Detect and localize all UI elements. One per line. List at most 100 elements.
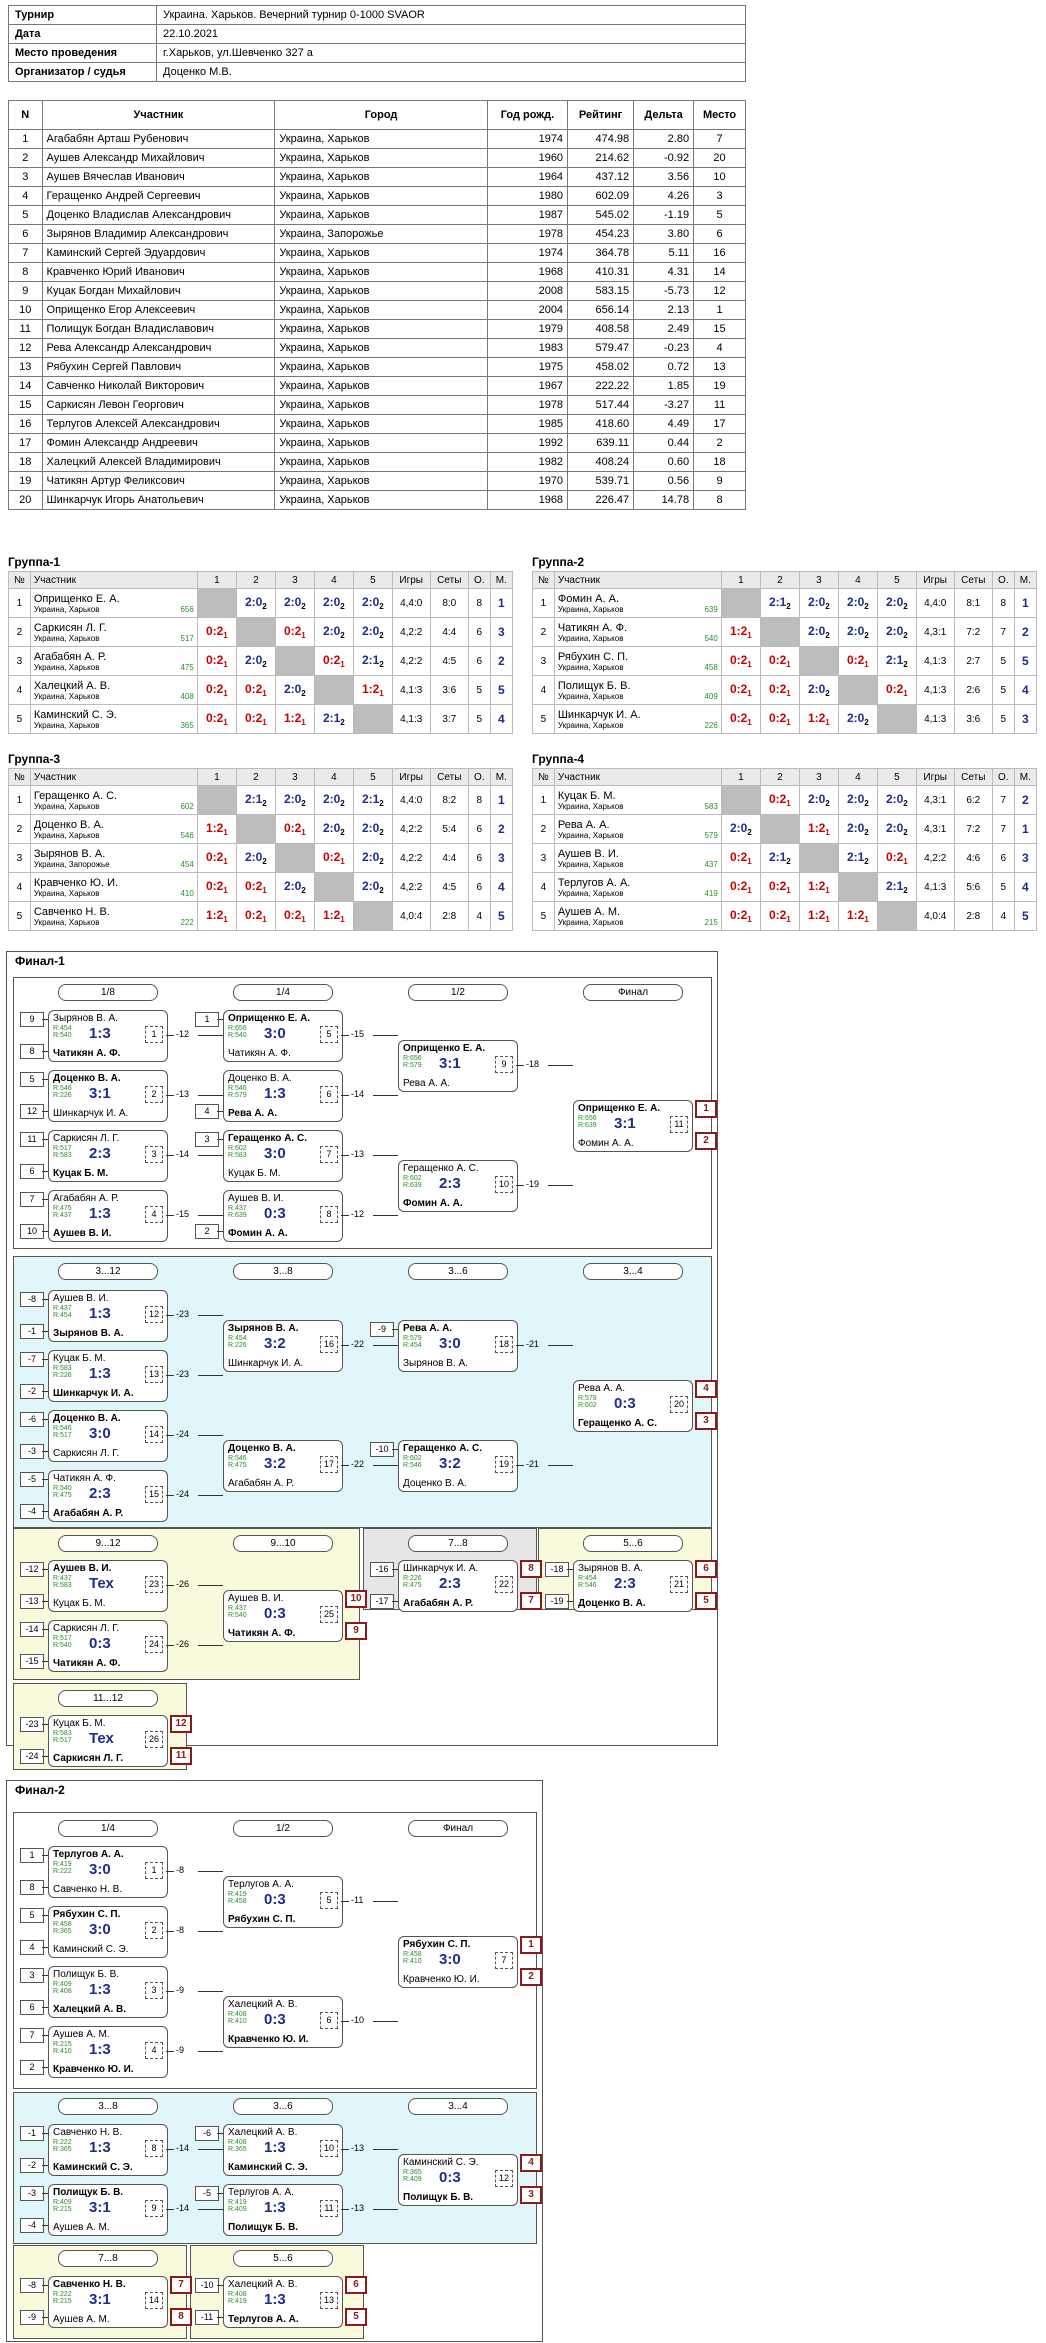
table-cell: 2008 — [486, 281, 569, 301]
score-value: 2:1 — [768, 850, 787, 864]
connector-line — [516, 1465, 524, 1466]
score-value: 0:2 — [244, 711, 263, 725]
score-points: 2 — [864, 828, 869, 837]
table-cell: 437.12 — [567, 167, 635, 187]
player-b-name: Саркисян Л. Г. — [53, 1753, 124, 1764]
group-1-title: Группа-1 — [8, 555, 61, 569]
points-cell: 7 — [992, 785, 1015, 815]
loser-destination: -21 — [526, 1339, 540, 1349]
table-cell: 7 — [693, 129, 746, 149]
connector-line — [42, 1419, 48, 1420]
seed-box: -19 — [545, 1594, 569, 1609]
player-b-name: Агабабян А. Р. — [228, 1478, 294, 1489]
score-points: 2 — [301, 799, 306, 808]
player-b-rating: R:222 — [53, 1868, 72, 1875]
table-cell: 226.47 — [567, 490, 635, 510]
player-a-rating: R:546 — [228, 1455, 247, 1462]
points-cell: 6 — [468, 646, 491, 676]
seed-box: -4 — [20, 2218, 44, 2233]
score-points: 1 — [262, 886, 267, 895]
sets-cell: 8:0 — [429, 588, 470, 618]
column-header: 3 — [274, 768, 315, 786]
match-score: 3:2 — [439, 1455, 461, 1472]
place-badge: 8 — [520, 1560, 542, 1578]
score-cell: 2:02 — [274, 675, 315, 705]
match-box: Чатикян А. Ф. R:540 R:475 2:3 15 Агабабян А. … — [48, 1470, 168, 1522]
score-points: 2 — [379, 799, 384, 808]
player-b-name: Чатикян А. Ф. — [53, 1048, 121, 1059]
participant-name: Шинкарчук И. А. — [557, 708, 641, 721]
connector-line — [198, 1871, 223, 1872]
table-cell: 418.60 — [567, 414, 635, 434]
connector-line — [516, 1185, 524, 1186]
points-cell: 5 — [468, 704, 491, 734]
group-row: 3 Рябухин С. П. Украина, Харьков 458 0:21 0:2… — [532, 646, 1038, 676]
participant-city: Украина, Харьков — [557, 888, 624, 898]
score-points: 2 — [340, 718, 345, 727]
table-cell: Саркисян Левон Георгович — [41, 395, 276, 415]
player-b-name: Рева А. А. — [228, 1108, 278, 1119]
games-cell: 4,0:4 — [391, 901, 431, 931]
group-row: 2 Саркисян Л. Г. Украина, Харьков 517 0:21 0:… — [8, 617, 514, 647]
connector-line — [198, 1155, 223, 1156]
match-box: Шинкарчук И. А. R:226 R:475 2:3 22 Агабабян А… — [398, 1560, 518, 1612]
connector-line — [392, 1329, 398, 1330]
loser-destination: -23 — [176, 1369, 190, 1379]
table-cell: Украина, Харьков — [274, 471, 488, 491]
score-value: 0:2 — [283, 908, 302, 922]
score-points: 1 — [747, 660, 752, 669]
score-cell: 0:21 — [759, 901, 800, 931]
connector-line — [373, 1215, 398, 1216]
score-value: 2:0 — [807, 595, 826, 609]
player-a-rating: R:437 — [228, 1605, 247, 1612]
match-number: 7 — [320, 1146, 338, 1163]
match-score: 0:3 — [264, 1205, 286, 1222]
connector-line — [42, 2317, 48, 2318]
player-a-rating: R:454 — [53, 1025, 72, 1032]
self-cell — [798, 646, 839, 676]
self-cell — [720, 588, 761, 618]
player-a-name: Доценко В. А. — [228, 1443, 296, 1454]
table-cell: 454.23 — [567, 224, 635, 244]
group-row: 1 Геращенко А. С. Украина, Харьков 602 2:12 2… — [8, 785, 514, 815]
loser-destination: -13 — [351, 2203, 365, 2213]
self-cell — [837, 675, 878, 705]
group-row: 3 Аушев В. И. Украина, Харьков 437 0:21 2:12 2… — [532, 843, 1038, 873]
player-b-rating: R:226 — [53, 1092, 72, 1099]
score-value: 1:2 — [205, 821, 224, 835]
score-points: 1 — [747, 689, 752, 698]
score-cell: 2:02 — [274, 588, 315, 618]
player-a-name: Аушев В. И. — [228, 1193, 284, 1204]
score-points: 1 — [903, 689, 908, 698]
loser-destination: -15 — [176, 1209, 190, 1219]
place-cell: 5 — [489, 675, 514, 705]
connector-line — [42, 1569, 48, 1570]
table-cell: Украина, Харьков — [274, 186, 488, 206]
table-cell: 15 — [693, 319, 746, 339]
score-value: 0:2 — [283, 821, 302, 835]
table-cell: 545.02 — [567, 205, 635, 225]
participant-name: Саркисян Л. Г. — [33, 621, 107, 634]
participant-name: Рева А. А. — [557, 818, 610, 831]
row-number: 1 — [8, 785, 31, 815]
connector-line — [166, 1375, 174, 1376]
sets-cell: 4:5 — [429, 646, 470, 676]
connector-line — [217, 2285, 223, 2286]
loser-destination: -13 — [176, 1089, 190, 1099]
table-cell: Украина, Харьков — [274, 205, 488, 225]
score-value: 2:1 — [244, 792, 263, 806]
table-cell: Чатикян Артур Феликсович — [41, 471, 276, 491]
table-cell: 1979 — [486, 319, 569, 339]
connector-line — [166, 2209, 174, 2210]
score-points: 2 — [903, 602, 908, 611]
table-cell: 14 — [693, 262, 746, 282]
table-cell: 2004 — [486, 300, 569, 320]
points-cell: 8 — [992, 588, 1015, 618]
player-a-rating: R:546 — [53, 1085, 72, 1092]
seed-box: 12 — [20, 1104, 44, 1119]
score-value: 2:1 — [361, 792, 380, 806]
participant-name: Халецкий А. В. — [33, 679, 111, 692]
score-cell: 0:21 — [196, 675, 237, 705]
score-value: 0:2 — [768, 711, 787, 725]
connector-line — [548, 1465, 573, 1466]
